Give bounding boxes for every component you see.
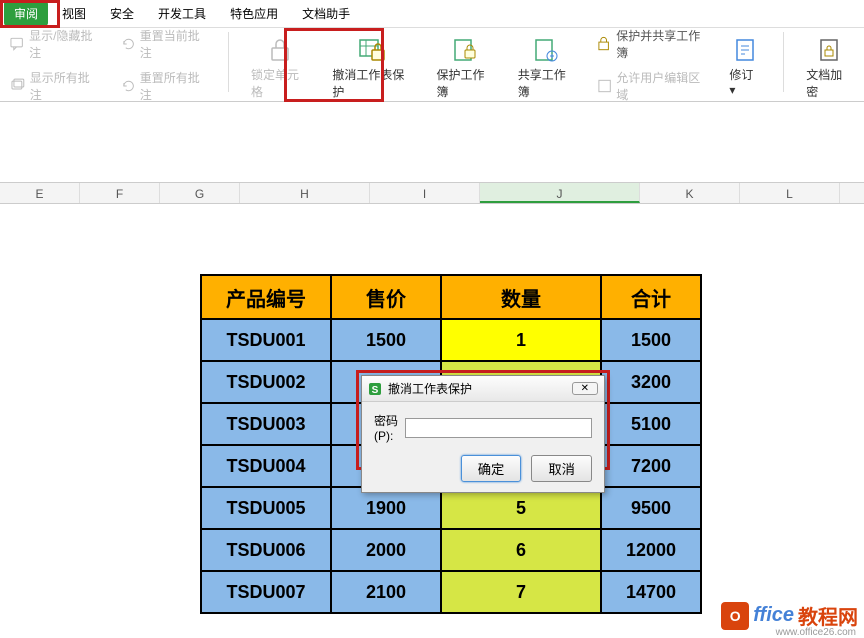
- th-qty: 数量: [441, 275, 601, 319]
- cell-product-id[interactable]: TSDU003: [201, 403, 331, 445]
- watermark-badge: O: [721, 602, 749, 630]
- cell-product-id[interactable]: TSDU006: [201, 529, 331, 571]
- revisions-icon: [731, 36, 759, 64]
- cell-price[interactable]: 2000: [331, 529, 441, 571]
- edit-ranges-icon: [597, 78, 612, 94]
- col-header-selected[interactable]: J: [480, 183, 640, 203]
- cell-product-id[interactable]: TSDU004: [201, 445, 331, 487]
- cancel-button[interactable]: 取消: [531, 455, 592, 482]
- cell-price[interactable]: 1500: [331, 319, 441, 361]
- label: 重置所有批注: [140, 69, 208, 103]
- comment-icon: [10, 36, 25, 52]
- tab-security[interactable]: 安全: [100, 1, 144, 26]
- watermark: O ffice 教程网: [721, 601, 858, 630]
- protect-share-workbook-button[interactable]: 保护并共享工作簿: [593, 25, 711, 63]
- col-header[interactable]: E: [0, 183, 80, 203]
- lock-icon: [266, 36, 294, 64]
- password-input[interactable]: [405, 418, 592, 438]
- reset-current-comment-button[interactable]: 重置当前批注: [117, 25, 212, 63]
- label: 修订 ▾: [729, 66, 761, 97]
- cell-product-id[interactable]: TSDU005: [201, 487, 331, 529]
- unprotect-sheet-icon: [358, 36, 386, 64]
- label: 允许用户编辑区域: [616, 69, 707, 103]
- label: 显示/隐藏批注: [29, 27, 100, 61]
- cell-product-id[interactable]: TSDU002: [201, 361, 331, 403]
- th-total: 合计: [601, 275, 701, 319]
- dialog-title: 撤消工作表保护: [388, 380, 472, 397]
- protect-workbook-button[interactable]: 保护工作簿: [430, 32, 499, 104]
- share-workbook-button[interactable]: 共享工作簿: [512, 32, 581, 104]
- ok-button[interactable]: 确定: [461, 455, 522, 482]
- cell-qty[interactable]: 5: [441, 487, 601, 529]
- share-workbook-icon: [532, 36, 560, 64]
- col-header[interactable]: H: [240, 183, 370, 203]
- cell-qty[interactable]: 1: [441, 319, 601, 361]
- th-price: 售价: [331, 275, 441, 319]
- tab-featured[interactable]: 特色应用: [220, 1, 288, 26]
- th-product-id: 产品编号: [201, 275, 331, 319]
- unprotect-sheet-button[interactable]: 撤消工作表保护: [326, 32, 418, 104]
- tab-devtools[interactable]: 开发工具: [148, 1, 216, 26]
- cell-total[interactable]: 9500: [601, 487, 701, 529]
- password-label: 密码(P):: [374, 412, 399, 443]
- table-row: TSDU0072100714700: [201, 571, 701, 613]
- show-hide-comments-button[interactable]: 显示/隐藏批注: [6, 25, 105, 63]
- col-header[interactable]: I: [370, 183, 480, 203]
- app-icon: S: [368, 382, 382, 396]
- cell-price[interactable]: 2100: [331, 571, 441, 613]
- cell-qty[interactable]: 6: [441, 529, 601, 571]
- tab-view[interactable]: 视图: [52, 1, 96, 26]
- table-row: TSDU001150011500: [201, 319, 701, 361]
- tab-doc-helper[interactable]: 文档助手: [292, 1, 360, 26]
- cell-price[interactable]: 1900: [331, 487, 441, 529]
- allow-edit-ranges-button[interactable]: 允许用户编辑区域: [593, 67, 711, 105]
- protect-workbook-icon: [451, 36, 479, 64]
- watermark-text: 教程网: [798, 601, 858, 630]
- cell-total[interactable]: 1500: [601, 319, 701, 361]
- label: 显示所有批注: [30, 69, 101, 103]
- reset-icon: [121, 36, 136, 52]
- show-all-comments-button[interactable]: 显示所有批注: [6, 67, 105, 105]
- unprotect-sheet-dialog: S 撤消工作表保护 ✕ 密码(P): 确定 取消: [361, 375, 605, 493]
- label: 保护并共享工作簿: [616, 27, 707, 61]
- dialog-titlebar: S 撤消工作表保护 ✕: [362, 376, 604, 402]
- label: 保护工作簿: [436, 66, 493, 100]
- cell-total[interactable]: 14700: [601, 571, 701, 613]
- label: 撤消工作表保护: [332, 66, 412, 100]
- protect-share-icon: [597, 36, 612, 52]
- label: 文档加密: [806, 66, 852, 100]
- dialog-close-button[interactable]: ✕: [572, 382, 598, 395]
- revisions-button[interactable]: 修订 ▾: [723, 32, 767, 101]
- label: 锁定单元格: [251, 66, 308, 100]
- col-header[interactable]: F: [80, 183, 160, 203]
- ribbon: 显示/隐藏批注 显示所有批注 重置当前批注 重置所有批注 锁定单元格 撤消工作表…: [0, 28, 864, 102]
- doc-encrypt-button[interactable]: 文档加密: [800, 32, 858, 104]
- column-headers: E F G H I J K L M: [0, 182, 864, 204]
- cell-total[interactable]: 3200: [601, 361, 701, 403]
- col-header[interactable]: K: [640, 183, 740, 203]
- watermark-text: ffice: [753, 604, 794, 627]
- cell-total[interactable]: 5100: [601, 403, 701, 445]
- comments-icon: [10, 78, 26, 94]
- label: 共享工作簿: [518, 66, 575, 100]
- col-header[interactable]: M: [840, 183, 864, 203]
- cell-total[interactable]: 12000: [601, 529, 701, 571]
- col-header[interactable]: L: [740, 183, 840, 203]
- reset-all-comments-button[interactable]: 重置所有批注: [117, 67, 212, 105]
- cell-qty[interactable]: 7: [441, 571, 601, 613]
- col-header[interactable]: G: [160, 183, 240, 203]
- cell-total[interactable]: 7200: [601, 445, 701, 487]
- encrypt-icon: [815, 36, 843, 64]
- cell-product-id[interactable]: TSDU007: [201, 571, 331, 613]
- table-row: TSDU005190059500: [201, 487, 701, 529]
- label: 重置当前批注: [140, 27, 208, 61]
- lock-cell-button[interactable]: 锁定单元格: [245, 32, 314, 104]
- tab-review[interactable]: 审阅: [4, 1, 48, 26]
- table-row: TSDU0062000612000: [201, 529, 701, 571]
- svg-text:S: S: [372, 385, 379, 396]
- reset-all-icon: [121, 78, 136, 94]
- cell-product-id[interactable]: TSDU001: [201, 319, 331, 361]
